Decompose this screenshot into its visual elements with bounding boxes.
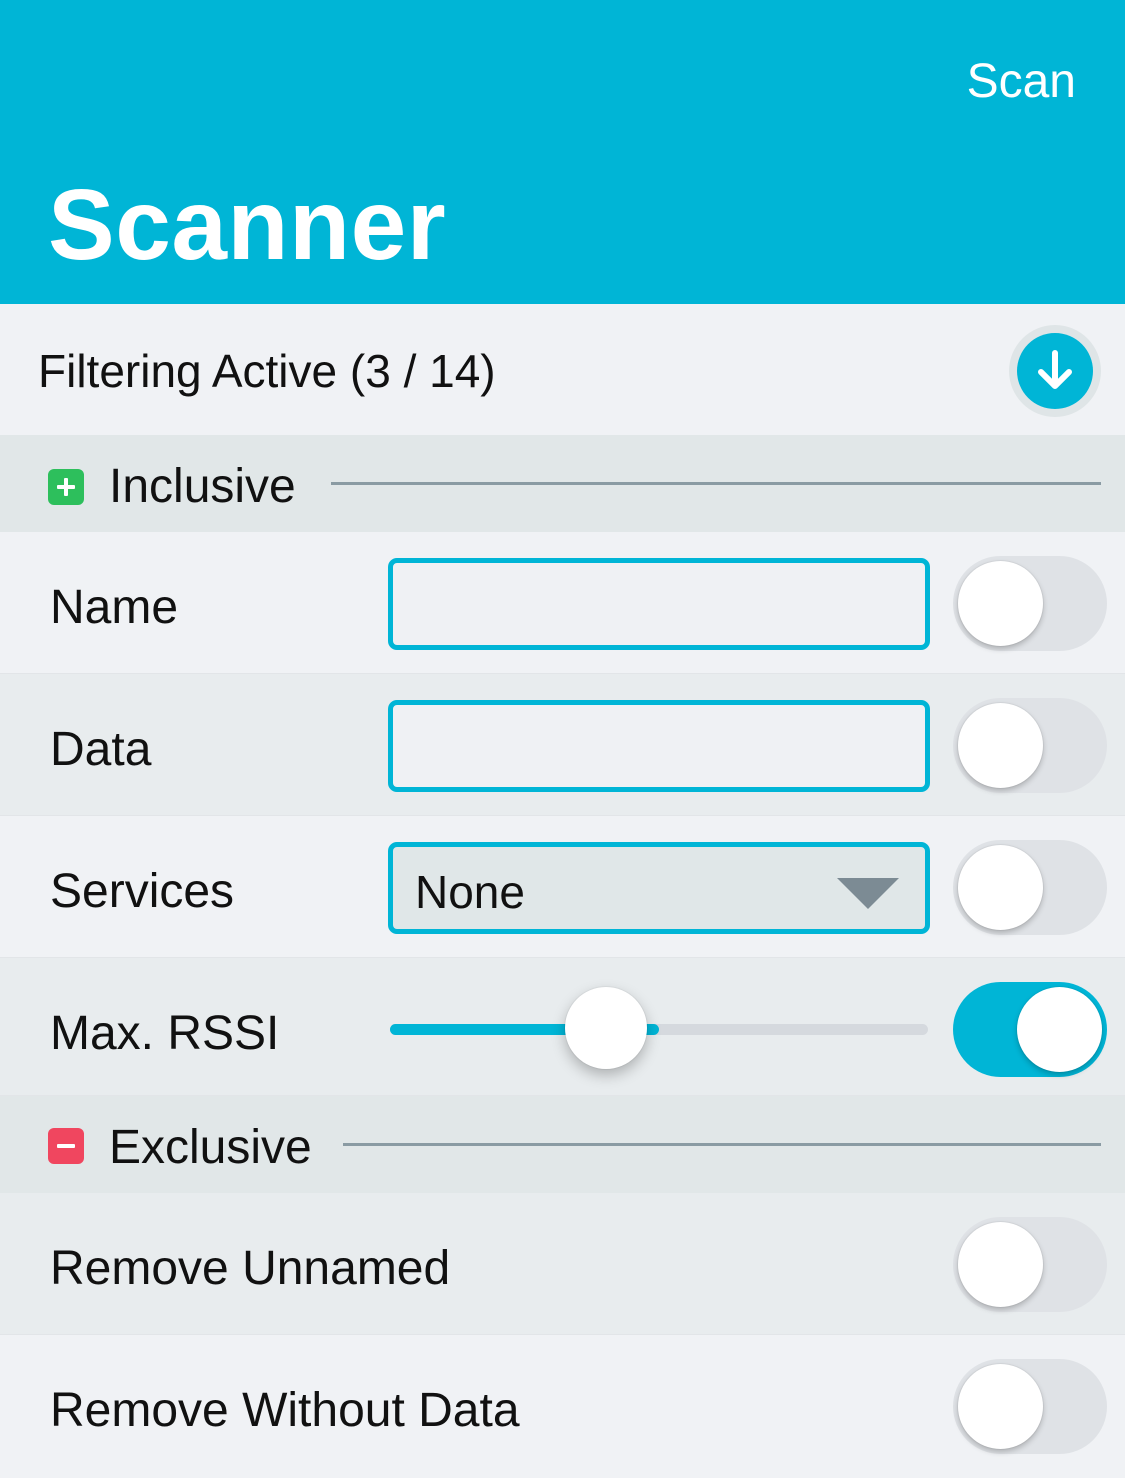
services-filter-toggle[interactable] <box>953 840 1107 935</box>
row-label-remove-without-data: Remove Without Data <box>50 1384 520 1437</box>
plus-square-icon <box>48 469 84 505</box>
section-divider <box>343 1143 1101 1146</box>
row-label-max-rssi: Max. RSSI <box>50 1007 280 1060</box>
toggle-knob <box>958 845 1043 930</box>
arrow-down-circle-icon <box>1017 333 1093 409</box>
filter-status-label: Filtering Active (3 / 14) <box>38 345 496 397</box>
filter-row-data: Data <box>0 674 1125 816</box>
filter-status-bar: Filtering Active (3 / 14) <box>0 304 1125 435</box>
filter-row-name: Name <box>0 532 1125 674</box>
collapse-filters-button[interactable] <box>1009 325 1101 417</box>
filter-row-remove-without-data: Remove Without Data <box>0 1335 1125 1478</box>
remove-without-data-toggle[interactable] <box>953 1359 1107 1454</box>
toggle-knob <box>1017 987 1102 1072</box>
toggle-knob <box>958 1364 1043 1449</box>
scan-button[interactable]: Scan <box>967 54 1076 109</box>
section-header-exclusive: Exclusive <box>0 1096 1125 1193</box>
row-label-data: Data <box>50 723 152 776</box>
caret-down-icon <box>837 878 899 909</box>
arrow-down-icon <box>1038 350 1072 389</box>
page-title: Scanner <box>48 169 447 281</box>
filter-row-services: Services None <box>0 816 1125 958</box>
section-label-exclusive: Exclusive <box>109 1121 312 1174</box>
remove-unnamed-toggle[interactable] <box>953 1217 1107 1312</box>
section-header-inclusive: Inclusive <box>0 435 1125 532</box>
toggle-knob <box>958 703 1043 788</box>
rssi-slider-thumb[interactable] <box>565 987 647 1069</box>
row-label-remove-unnamed: Remove Unnamed <box>50 1242 451 1295</box>
rssi-slider-track[interactable] <box>390 1024 928 1035</box>
toggle-knob <box>958 561 1043 646</box>
services-select[interactable]: None <box>388 842 930 934</box>
navigation-header: Scan Scanner <box>0 0 1125 304</box>
row-label-name: Name <box>50 581 179 634</box>
data-filter-toggle[interactable] <box>953 698 1107 793</box>
name-filter-toggle[interactable] <box>953 556 1107 651</box>
minus-square-icon <box>48 1128 84 1164</box>
filter-row-max-rssi: Max. RSSI <box>0 958 1125 1096</box>
toggle-knob <box>958 1222 1043 1307</box>
section-divider <box>331 482 1101 485</box>
filter-row-remove-unnamed: Remove Unnamed <box>0 1193 1125 1335</box>
name-filter-input[interactable] <box>388 558 930 650</box>
row-label-services: Services <box>50 865 235 918</box>
data-filter-input[interactable] <box>388 700 930 792</box>
max-rssi-filter-toggle[interactable] <box>953 982 1107 1077</box>
section-label-inclusive: Inclusive <box>109 460 296 513</box>
services-selected-value: None <box>415 866 525 918</box>
